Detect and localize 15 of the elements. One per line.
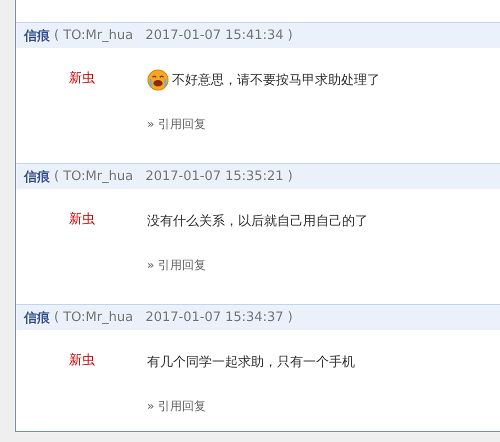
message-text: 不好意思，请不要按马甲求助处理了 — [172, 72, 380, 89]
quote-reply-link[interactable]: » 引用回复 — [147, 398, 355, 414]
sender-name: 信痕 — [24, 168, 50, 186]
message-text: 有几个同学一起求助，只有一个手机 — [147, 354, 355, 371]
post-meta: ( TO:Mr_hua 2017-01-07 15:35:21 ) — [54, 169, 293, 184]
quote-reply-link[interactable]: » 引用回复 — [147, 116, 380, 132]
quote-reply-link[interactable]: » 引用回复 — [147, 257, 368, 273]
user-name: 新虫 — [68, 211, 96, 229]
message-text: 没有什么关系，以后就自己用自己的了 — [147, 213, 368, 230]
sender-name: 信痕 — [24, 28, 50, 44]
post-meta: ( TO:Mr_hua 2017-01-07 15:34:37 ) — [54, 310, 293, 325]
sender-name: 信痕 — [24, 310, 50, 326]
post-meta: ( TO:Mr_hua 2017-01-07 15:41:34 ) — [54, 28, 293, 43]
user-name: 新虫 — [68, 70, 96, 88]
user-name: 新虫 — [68, 352, 96, 370]
